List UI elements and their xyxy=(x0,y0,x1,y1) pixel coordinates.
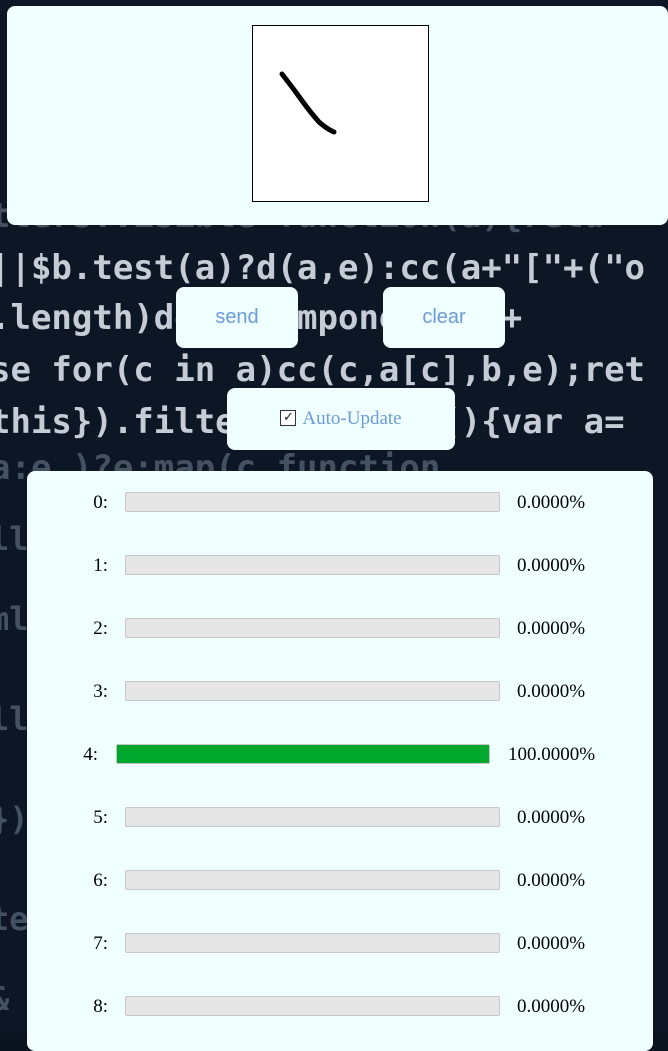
bg-code-line: se for(c in a)cc(c,a[c],b,e);ret xyxy=(0,350,646,390)
send-button[interactable]: send xyxy=(176,287,298,348)
probability-bar xyxy=(125,933,500,953)
probability-value: 0.0000% xyxy=(517,933,586,954)
prediction-digit-label: 3: xyxy=(93,681,108,702)
auto-update-label: Auto-Update xyxy=(302,408,402,429)
prediction-results: 0: 0.0000% 1: 0.0000% 2: 0.0000% 3: 0.0000% 4: 10… xyxy=(27,471,653,1051)
probability-bar xyxy=(125,870,500,890)
probability-value: 0.0000% xyxy=(517,681,586,702)
probability-bar xyxy=(125,618,500,638)
prediction-row: 4: 100.0000% xyxy=(27,743,653,767)
probability-value: 0.0000% xyxy=(517,492,586,513)
prediction-digit-label: 4: xyxy=(83,744,98,765)
prediction-digit-label: 6: xyxy=(93,870,108,891)
prediction-row: 8: 0.0000% xyxy=(27,995,653,1019)
auto-update-checkbox[interactable]: ✓ xyxy=(280,410,297,426)
prediction-row: 2: 0.0000% xyxy=(27,617,653,641)
prediction-digit-label: 2: xyxy=(93,618,108,639)
prediction-row: 0: 0.0000% xyxy=(27,491,653,515)
prediction-digit-label: 7: xyxy=(93,933,108,954)
prediction-row: 3: 0.0000% xyxy=(27,680,653,704)
probability-bar xyxy=(116,744,490,764)
probability-bar xyxy=(125,807,500,827)
prediction-digit-label: 1: xyxy=(93,555,108,576)
probability-bar xyxy=(125,492,500,512)
prediction-row: 7: 0.0000% xyxy=(27,932,653,956)
auto-update-toggle[interactable]: ✓ Auto-Update xyxy=(227,388,455,450)
canvas-panel xyxy=(7,6,668,225)
probability-value: 0.0000% xyxy=(517,807,586,828)
probability-bar-fill xyxy=(117,745,489,763)
probability-value: 0.0000% xyxy=(517,870,586,891)
prediction-row: 1: 0.0000% xyxy=(27,554,653,578)
prediction-row: 6: 0.0000% xyxy=(27,869,653,893)
prediction-digit-label: 5: xyxy=(93,807,108,828)
probability-bar xyxy=(125,555,500,575)
probability-value: 0.0000% xyxy=(517,618,586,639)
probability-value: 0.0000% xyxy=(517,996,586,1017)
probability-bar xyxy=(125,996,500,1016)
drawn-stroke xyxy=(279,71,337,135)
prediction-row: 5: 0.0000% xyxy=(27,806,653,830)
prediction-digit-label: 8: xyxy=(93,996,108,1017)
bg-code-line: ||$b.test(a)?d(a,e):cc(a+"["+("o xyxy=(0,248,646,288)
probability-value: 0.0000% xyxy=(517,555,586,576)
drawing-canvas[interactable] xyxy=(252,25,429,202)
clear-button[interactable]: clear xyxy=(383,287,505,348)
probability-bar xyxy=(125,681,500,701)
probability-value: 100.0000% xyxy=(508,744,596,765)
prediction-digit-label: 0: xyxy=(93,492,108,513)
